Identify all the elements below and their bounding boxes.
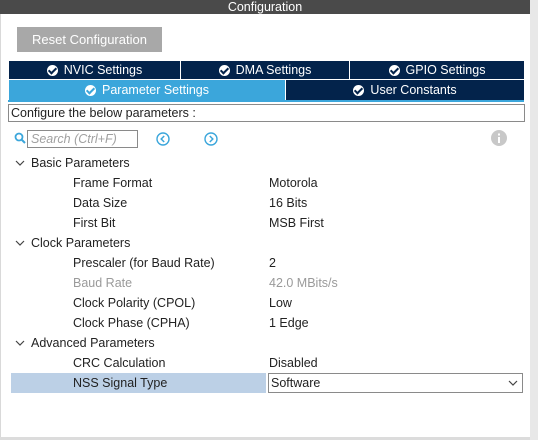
configure-instructions: Configure the below parameters : (8, 104, 525, 122)
param-name: Frame Format (73, 176, 153, 190)
param-row-nss-signal-type[interactable]: NSS Signal Type (11, 373, 266, 393)
param-name: Clock Polarity (CPOL) (73, 296, 196, 310)
param-row-baud-rate: Baud Rate 42.0 MBits/s (10, 273, 522, 293)
left-border (0, 14, 1, 440)
tab-label: GPIO Settings (405, 63, 486, 77)
tab-label: DMA Settings (235, 63, 312, 77)
param-value: Motorola (269, 176, 318, 190)
param-value: 1 Edge (269, 316, 309, 330)
nss-signal-type-select[interactable]: Software (268, 373, 523, 393)
param-name: Prescaler (for Baud Rate) (73, 256, 215, 270)
param-row-clock-polarity[interactable]: Clock Polarity (CPOL) Low (10, 293, 522, 313)
tab-label: NVIC Settings (63, 63, 143, 77)
param-value: MSB First (269, 216, 324, 230)
tab-parameter-settings[interactable]: Parameter Settings (9, 80, 285, 100)
check-circle-icon (46, 64, 58, 76)
group-label: Advanced Parameters (31, 336, 155, 350)
param-value: Low (269, 296, 292, 310)
window-title: Configuration (0, 0, 530, 14)
param-name: NSS Signal Type (73, 376, 168, 390)
tab-gpio-settings[interactable]: GPIO Settings (350, 61, 524, 79)
param-value: 16 Bits (269, 196, 308, 210)
chevron-down-icon[interactable] (15, 158, 25, 168)
param-row-clock-phase[interactable]: Clock Phase (CPHA) 1 Edge (10, 313, 522, 333)
param-row-data-size[interactable]: Data Size 16 Bits (10, 193, 522, 213)
check-circle-icon (353, 84, 365, 96)
param-row-frame-format[interactable]: Frame Format Motorola (10, 173, 522, 193)
group-label: Clock Parameters (31, 236, 131, 250)
tab-user-constants[interactable]: User Constants (286, 80, 524, 100)
param-name: First Bit (73, 216, 116, 230)
tab-nvic-settings[interactable]: NVIC Settings (9, 61, 180, 79)
tab-underline (8, 100, 524, 102)
param-name: Baud Rate (73, 276, 133, 290)
param-value: 2 (269, 256, 276, 270)
tab-label: Parameter Settings (102, 83, 209, 97)
previous-result-icon[interactable] (156, 132, 170, 146)
param-value: 42.0 MBits/s (269, 276, 338, 290)
search-icon[interactable] (14, 132, 26, 144)
search-input[interactable]: Search (Ctrl+F) (27, 130, 138, 148)
check-circle-icon (85, 84, 96, 96)
select-value: Software (271, 376, 321, 390)
param-name: CRC Calculation (73, 356, 166, 370)
group-label: Basic Parameters (31, 156, 130, 170)
group-basic-parameters[interactable]: Basic Parameters (10, 153, 522, 173)
chevron-down-icon[interactable] (508, 379, 518, 387)
param-row-crc-calculation[interactable]: CRC Calculation Disabled (10, 353, 522, 373)
tab-label: User Constants (370, 83, 457, 97)
group-clock-parameters[interactable]: Clock Parameters (10, 233, 522, 253)
next-result-icon[interactable] (204, 132, 218, 146)
info-icon[interactable] (491, 130, 507, 146)
param-name: Clock Phase (CPHA) (73, 316, 190, 330)
param-value: Disabled (269, 356, 318, 370)
param-name: Data Size (73, 196, 128, 210)
group-advanced-parameters[interactable]: Advanced Parameters (10, 333, 522, 353)
param-row-first-bit[interactable]: First Bit MSB First (10, 213, 522, 233)
right-border (530, 0, 538, 440)
chevron-down-icon[interactable] (15, 338, 25, 348)
tab-dma-settings[interactable]: DMA Settings (181, 61, 349, 79)
check-circle-icon (388, 64, 400, 76)
chevron-down-icon[interactable] (15, 238, 25, 248)
param-row-prescaler[interactable]: Prescaler (for Baud Rate) 2 (10, 253, 522, 273)
reset-configuration-button[interactable]: Reset Configuration (17, 27, 162, 52)
check-circle-icon (218, 64, 230, 76)
